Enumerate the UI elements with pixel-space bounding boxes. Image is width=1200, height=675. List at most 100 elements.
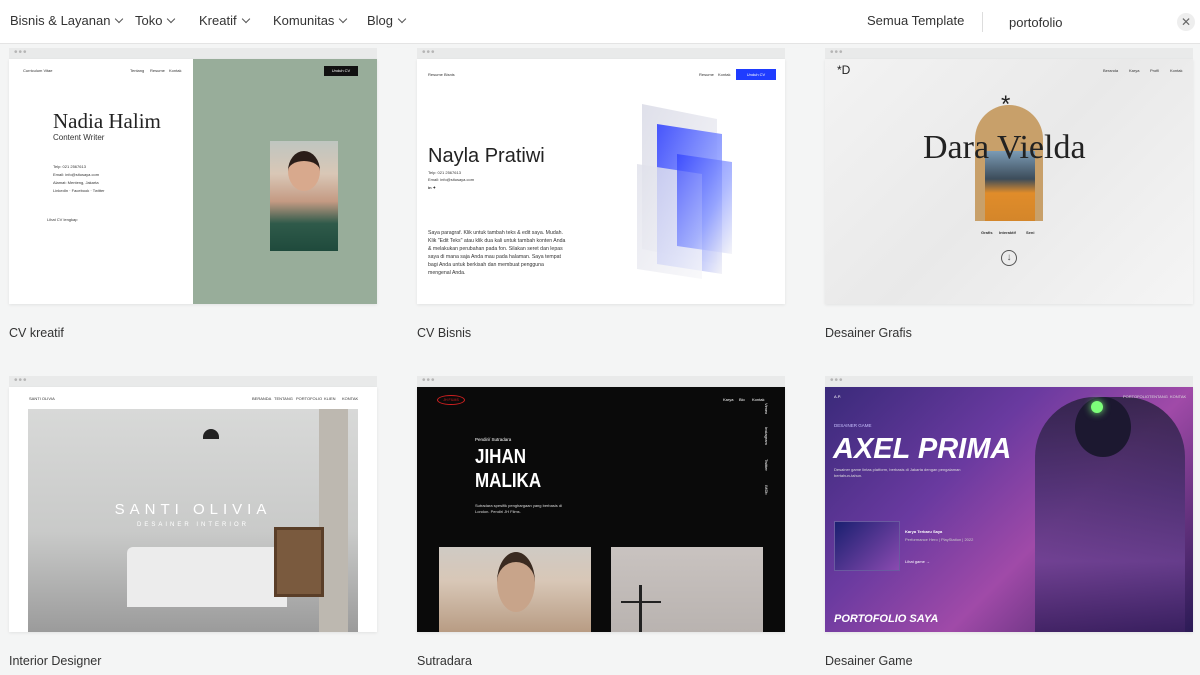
profile-name: Nayla Pratiwi: [428, 145, 545, 167]
site-logo: A.P.: [834, 394, 842, 399]
thumb-nav-link: TENTANG: [1149, 394, 1168, 399]
template-card-interior-designer[interactable]: ••• SANTI OLIVIA BERANDA TENTANG PORTOFO…: [9, 376, 377, 668]
bio-text: Desainer game lintas platform, berbasis …: [834, 467, 961, 478]
site-logo: *D: [837, 63, 851, 77]
thumb-nav-link: KLIEN: [324, 396, 336, 401]
nav-item-toko[interactable]: Toko: [135, 13, 176, 28]
full-cv-link: Lihat CV lengkap: [47, 217, 78, 222]
bed: [127, 547, 287, 607]
thumb-nav-link: Kontak: [718, 72, 731, 77]
side-link: IMDb: [764, 485, 769, 495]
thumb-nav-link: Resume: [150, 68, 165, 73]
nav-item-label: Bisnis & Layanan: [10, 13, 111, 28]
search-input[interactable]: [1001, 8, 1151, 36]
thumb-nav-link: PORTOFOLIO: [296, 396, 323, 401]
thumb-nav-link: Bio: [739, 397, 745, 402]
window-dots-icon: •••: [422, 375, 436, 386]
side-link: Vimeo: [764, 403, 769, 415]
contact-line: Telp: 021 2567613: [53, 164, 86, 169]
template-card-desainer-game[interactable]: ••• A.P. PORTOFOLIO TENTANG KONTAK DESAI…: [825, 376, 1193, 668]
asterisk-icon: *: [1001, 91, 1011, 118]
browser-bar: •••: [825, 376, 1193, 387]
thumb-nav-link: Karya: [1129, 68, 1140, 73]
kicker: DESAINER GAME: [834, 423, 872, 428]
wall-texture: [319, 409, 348, 632]
chevron-down-icon: [339, 14, 348, 24]
chevron-down-icon: [397, 14, 407, 24]
side-link: Twitter: [764, 459, 769, 471]
thumb-nav-link: PORTOFOLIO: [1123, 394, 1150, 399]
template-thumbnail[interactable]: A.P. PORTOFOLIO TENTANG KONTAK DESAINER …: [825, 387, 1193, 632]
nav-item-blog[interactable]: Blog: [367, 13, 407, 28]
profile-role: Content Writer: [53, 133, 105, 142]
template-thumbnail[interactable]: SANTI OLIVIA BERANDA TENTANG PORTOFOLIO …: [9, 387, 377, 632]
template-thumbnail[interactable]: *D Beranda Karya Profil Kontak * Dara Vi…: [825, 59, 1193, 304]
thumb-nav-link: Kontak: [169, 68, 182, 73]
site-title: Curriculum Vitae: [23, 68, 53, 73]
neon-light: [1091, 401, 1103, 413]
portrait-face: [288, 151, 320, 191]
profile-name: Dara Vielda: [923, 129, 1086, 166]
template-caption[interactable]: Desainer Game: [825, 654, 1193, 668]
window-dots-icon: •••: [14, 375, 28, 386]
all-templates-link[interactable]: Semua Template: [867, 13, 964, 28]
template-card-cv-kreatif[interactable]: ••• Curriculum Vitae Tentang Resume Kont…: [9, 48, 377, 340]
cross-shape: [639, 585, 642, 632]
work-subtitle: Performance Hero | PlayStation | 2022: [905, 537, 974, 542]
template-thumbnail[interactable]: Curriculum Vitae Tentang Resume Kontak U…: [9, 59, 377, 304]
pendant-lamp: [203, 429, 219, 439]
nav-item-kreatif[interactable]: Kreatif: [199, 13, 250, 28]
wall-painting: [274, 527, 324, 597]
profile-name: SANTI OLIVIA: [114, 501, 272, 518]
thumb-nav-link: Kontak: [1170, 68, 1183, 73]
divider: [982, 12, 983, 32]
thumb-nav-link: Resume: [699, 72, 714, 77]
nav-item-label: Blog: [367, 13, 394, 28]
site-logo: JH FILMS: [437, 395, 465, 405]
chevron-down-icon: [241, 14, 250, 24]
profile-name: JIHAN MALIKA: [475, 446, 542, 492]
work-title: Karya Terbaru Saya: [905, 529, 943, 534]
contact-line: Email: info@situsaya.com: [428, 177, 475, 182]
contact-line: Alamat: Menteng, Jakarta: [53, 180, 99, 185]
sky-photo: [611, 547, 763, 632]
template-card-sutradara[interactable]: ••• JH FILMS Karya Bio Kontak Vimeo Inst…: [417, 376, 785, 668]
nav-item-label: Toko: [135, 13, 163, 28]
window-dots-icon: •••: [830, 47, 844, 58]
intro-paragraph: Saya paragraf. Klik untuk tambah teks & …: [428, 230, 566, 276]
thumb-nav-link: Beranda: [1103, 68, 1119, 73]
thumb-nav-link: KONTAK: [1170, 394, 1187, 399]
kicker: Pendiri/ Sutradara: [475, 437, 512, 442]
template-caption[interactable]: CV Bisnis: [417, 326, 785, 340]
template-thumbnail[interactable]: JH FILMS Karya Bio Kontak Vimeo Instagra…: [417, 387, 785, 632]
download-cv-button: Unduh CV: [736, 69, 776, 80]
nav-item-label: Komunitas: [273, 13, 335, 28]
close-icon[interactable]: ✕: [1177, 13, 1195, 31]
thumb-nav-link: TENTANG: [274, 396, 293, 401]
character-helmet: [1075, 397, 1131, 457]
window-dots-icon: •••: [14, 47, 28, 58]
nav-item-komunitas[interactable]: Komunitas: [273, 13, 348, 28]
template-card-cv-bisnis[interactable]: ••• Resume Bisnis Resume Kontak Unduh CV…: [417, 48, 785, 340]
side-link: Instagram: [764, 427, 769, 445]
contact-line: Telp: 021 2567613: [428, 170, 461, 175]
template-caption[interactable]: Interior Designer: [9, 654, 377, 668]
template-card-desainer-grafis[interactable]: ••• *D Beranda Karya Profil Kontak * Dar…: [825, 48, 1193, 340]
top-navigation: Bisnis & Layanan Toko Kreatif Komunitas …: [0, 0, 1200, 44]
thumb-nav-link: Karya: [723, 397, 734, 402]
template-caption[interactable]: CV kreatif: [9, 326, 377, 340]
window-dots-icon: •••: [830, 375, 844, 386]
thumb-nav-link: Kontak: [752, 397, 765, 402]
profile-name: AXEL PRIMA: [833, 433, 1012, 465]
template-caption[interactable]: Desainer Grafis: [825, 326, 1193, 340]
nav-item-bisnis[interactable]: Bisnis & Layanan: [10, 13, 124, 28]
chevron-down-icon: [115, 14, 124, 24]
profile-name: Nadia Halim: [53, 109, 161, 133]
portrait-face: [497, 552, 535, 612]
site-title: SANTI OLIVIA: [29, 396, 55, 401]
chevron-down-icon: [167, 14, 176, 24]
template-caption[interactable]: Sutradara: [417, 654, 785, 668]
window-dots-icon: •••: [422, 47, 436, 58]
tag-label: Interaktif: [999, 230, 1016, 235]
template-thumbnail[interactable]: Resume Bisnis Resume Kontak Unduh CV Nay…: [417, 59, 785, 304]
